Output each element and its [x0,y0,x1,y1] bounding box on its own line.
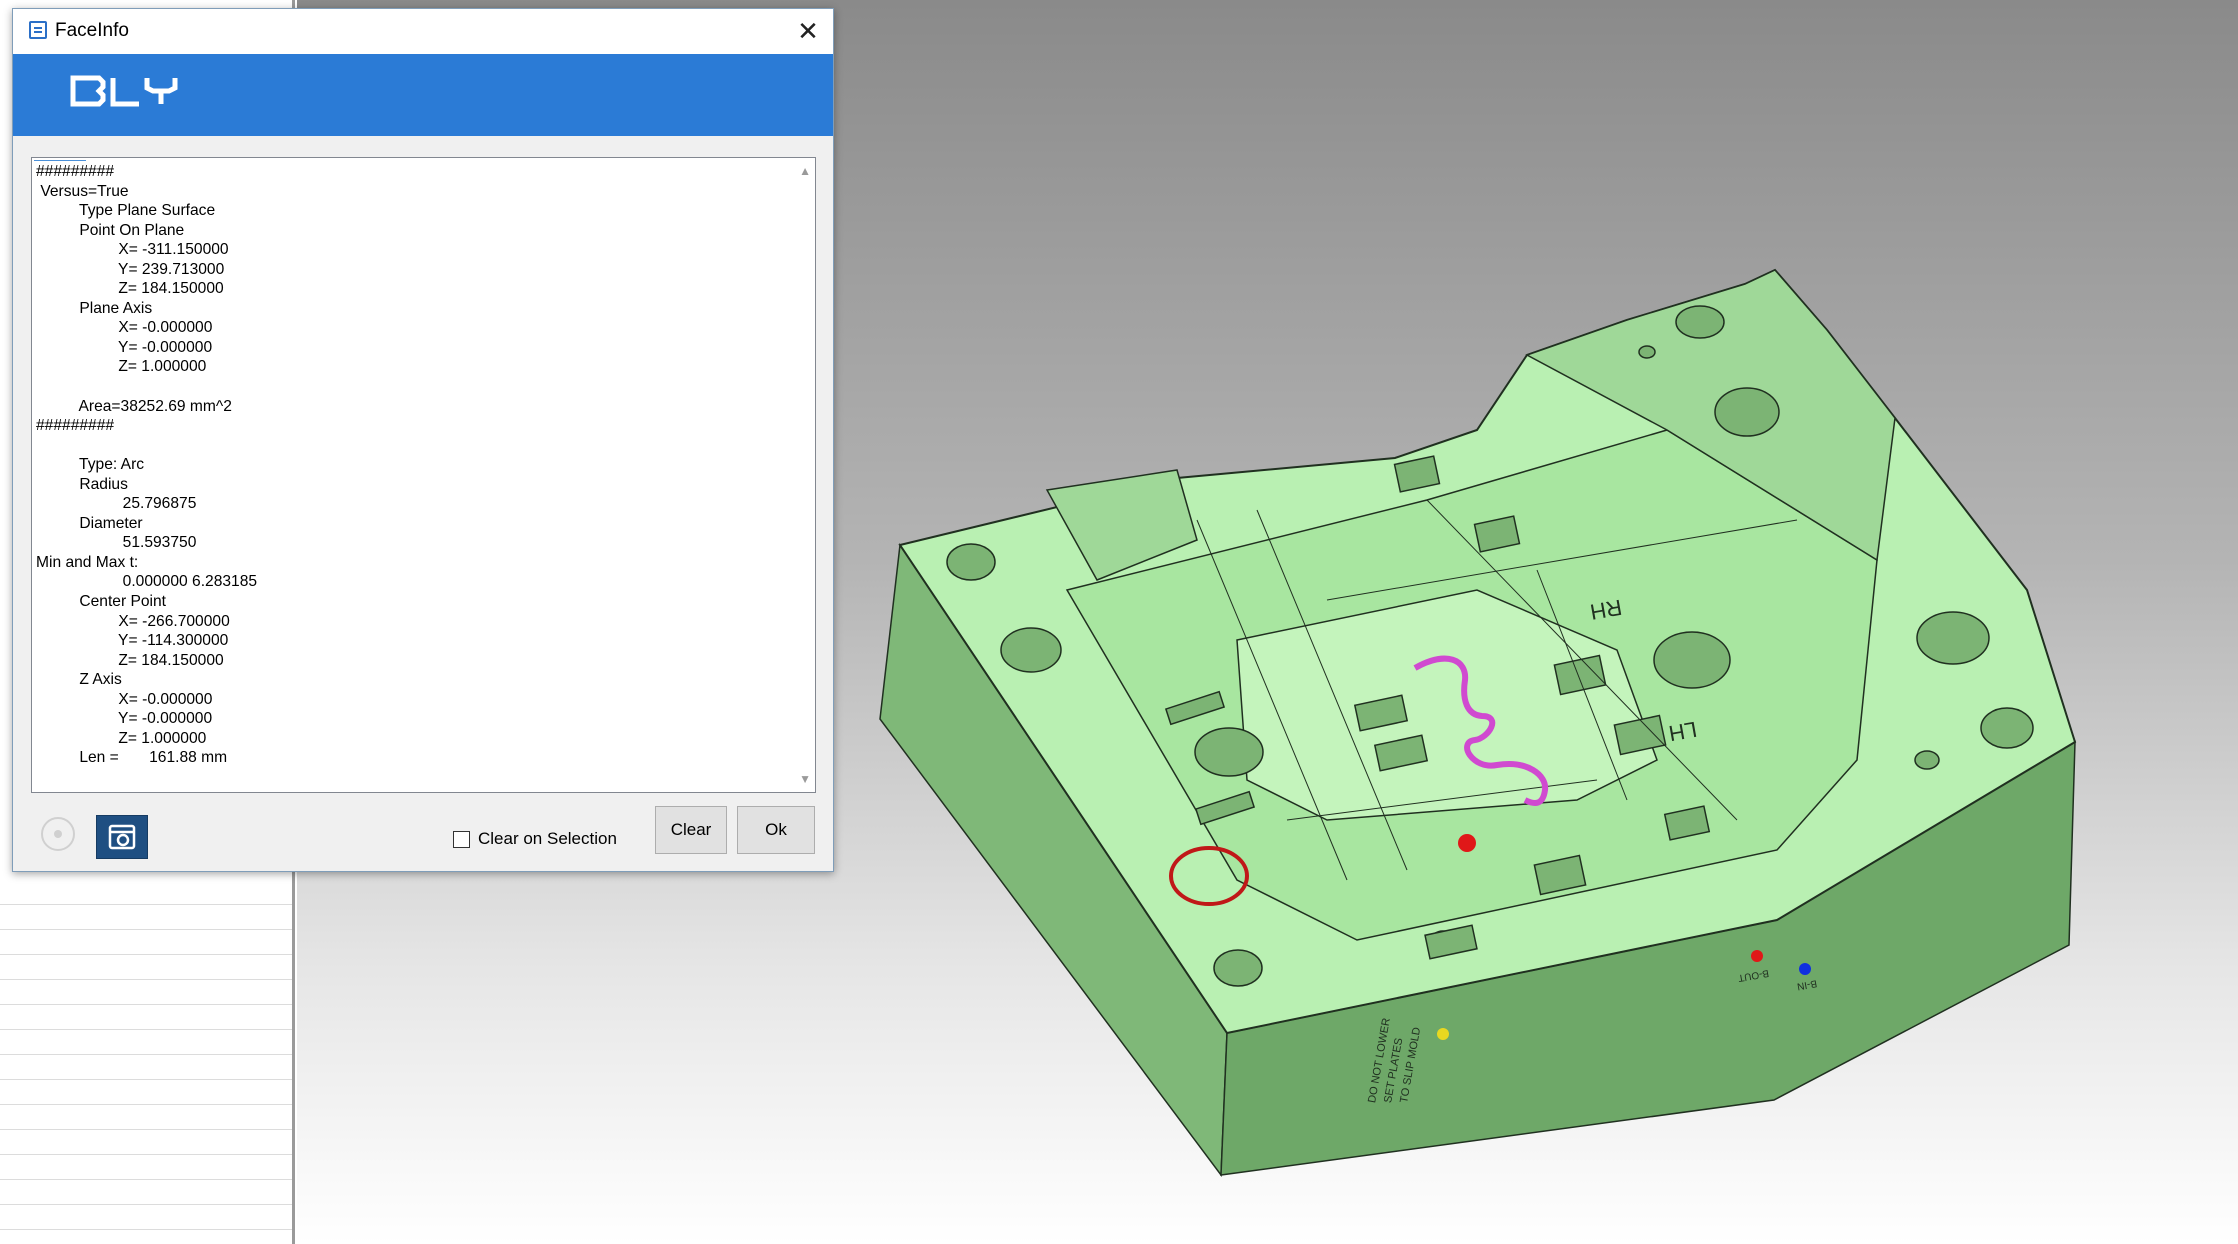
clear-on-selection-label: Clear on Selection [478,829,617,848]
output-line: ######### [36,163,115,180]
output-line: Z= 1.000000 [118,358,207,376]
output-line: Radius [79,475,128,493]
target-circle-icon[interactable] [41,817,75,851]
output-line: X= -0.000000 [118,690,213,708]
clear-on-selection-checkbox[interactable] [453,830,470,848]
vertical-scrollbar[interactable]: ▲ ▼ [793,158,815,792]
output-text: ######### Versus=True Type Plane Surface… [36,162,257,768]
yellow-marker [1437,1028,1449,1040]
output-line: Plane Axis [79,299,153,317]
output-line: Z Axis [79,671,122,689]
red-marker [1751,950,1763,962]
faceinfo-dialog: FaceInfo ✕ ######### Versus=True Type Pl… [12,8,834,872]
output-line: X= -0.000000 [118,319,213,337]
output-line: Y= -0.000000 [118,710,213,728]
output-line: Type: Arc [79,456,145,474]
chevron-down-icon[interactable]: ▼ [799,772,811,786]
output-line: Z= 184.150000 [118,651,224,669]
title-bar[interactable]: FaceInfo ✕ [13,9,833,54]
output-line: Diameter [79,514,143,532]
close-button[interactable]: ✕ [791,15,825,47]
output-line: Center Point [79,593,167,611]
brand-banner [13,54,833,136]
output-line: Y= -0.000000 [118,338,213,356]
ok-button[interactable]: Ok [737,806,815,854]
output-line: Y= -114.300000 [118,632,229,650]
blue-marker [1799,963,1811,975]
output-line: Area=38252.69 mm^2 [78,397,232,415]
bly-logo [70,75,178,107]
focus-caret [34,160,86,161]
output-line: Point On Plane [79,221,185,239]
output-line: 0.000000 6.283185 [122,573,258,591]
red-marker [1458,834,1476,852]
clear-button[interactable]: Clear [655,806,727,854]
window-title: FaceInfo [55,20,129,41]
screenshot-button[interactable] [96,815,148,859]
output-line: Y= 239.713000 [118,260,225,278]
list-grid [0,880,292,1244]
window-icon [29,21,47,39]
camera-icon [108,824,136,850]
output-line: ######### [36,417,115,435]
chevron-up-icon[interactable]: ▲ [799,164,811,178]
output-line: Type Plane Surface [79,202,216,220]
output-line: X= -266.700000 [118,612,230,630]
output-line: 51.593750 [122,534,197,552]
output-line: Len = 161.88 mm [79,749,228,767]
engraving-lh: LH [1667,717,1699,747]
output-line: 25.796875 [122,495,197,513]
output-line: Z= 184.150000 [118,280,224,298]
face-info-output[interactable]: ######### Versus=True Type Plane Surface… [31,157,816,793]
output-line: Min and Max t: [36,553,139,571]
output-line: X= -311.150000 [118,241,229,259]
output-line: Z= 1.000000 [118,729,207,747]
output-line: Versus=True [40,182,129,200]
clear-on-selection-option[interactable]: Clear on Selection [453,829,617,849]
